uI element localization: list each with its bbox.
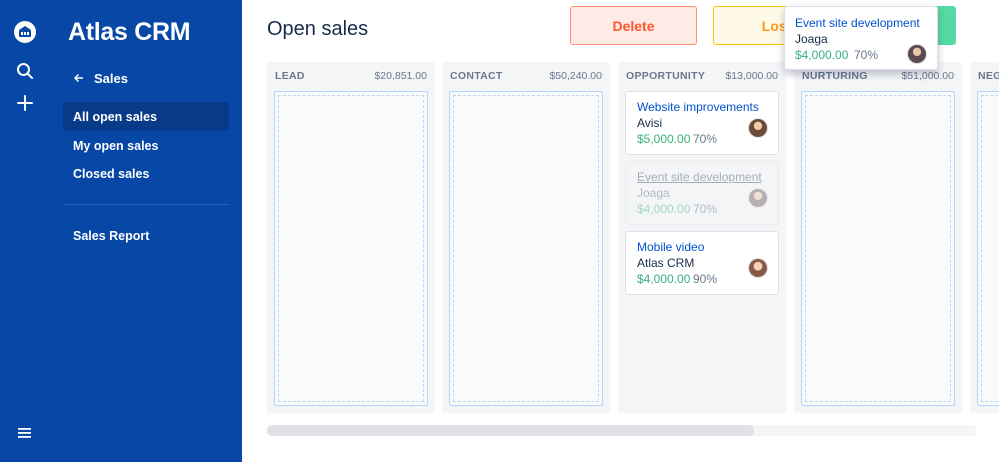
deal-company: Joaga: [637, 186, 670, 200]
deal-amount: $4,000.00: [637, 272, 691, 286]
column-nurturing: NURTURING $51,000.00: [794, 62, 962, 413]
deal-amount: $5,000.00: [637, 132, 691, 146]
deal-card-placeholder: Event site development Joaga $4,000.00 7…: [625, 161, 779, 225]
column-title: CONTACT: [450, 70, 503, 82]
sidebar-item-all-open-sales[interactable]: All open sales: [63, 102, 229, 131]
sidebar-item-my-open-sales[interactable]: My open sales: [63, 131, 229, 160]
deal-company: Atlas CRM: [637, 256, 695, 270]
deal-title[interactable]: Event site development: [795, 16, 920, 30]
deal-company: Joaga: [795, 32, 828, 46]
plus-icon[interactable]: [13, 91, 37, 115]
column-lead: LEAD $20,851.00: [267, 62, 435, 413]
delete-button[interactable]: Delete: [570, 6, 697, 45]
deal-card[interactable]: Mobile video Atlas CRM $4,000.00 90%: [625, 231, 779, 295]
drop-zone[interactable]: [274, 91, 428, 406]
back-to-sales-link[interactable]: Sales: [73, 71, 128, 86]
sidebar-item-sales-report[interactable]: Sales Report: [63, 221, 229, 250]
arrow-left-icon: [73, 71, 84, 86]
deal-probability: 90%: [693, 272, 718, 286]
avatar: [748, 118, 768, 138]
column-title: LEAD: [275, 70, 305, 82]
back-link-label: Sales: [94, 71, 128, 86]
column-contact: CONTACT $50,240.00: [442, 62, 610, 413]
drop-zone[interactable]: [449, 91, 603, 406]
avatar: [748, 188, 768, 208]
product-title: Atlas CRM: [68, 18, 191, 46]
avatar: [907, 44, 927, 64]
page-title: Open sales: [267, 18, 369, 40]
column-total: $50,240.00: [549, 70, 602, 82]
deal-probability: 70%: [854, 48, 879, 62]
product-sidebar: Atlas CRM Sales All open sales My open s…: [50, 0, 242, 462]
dragging-deal-card[interactable]: Event site development Joaga $4,000.00 7…: [784, 6, 938, 70]
app-logo-icon[interactable]: [13, 20, 37, 44]
column-title: OPPORTUNITY: [626, 70, 706, 82]
deal-title: Event site development: [637, 170, 762, 184]
deal-company: Avisi: [637, 116, 663, 130]
sidebar-divider: [63, 204, 229, 205]
deal-title[interactable]: Mobile video: [637, 240, 704, 254]
column-total: $51,000.00: [901, 70, 954, 82]
sidebar-item-closed-sales[interactable]: Closed sales: [63, 159, 229, 188]
deal-title[interactable]: Website improvements: [637, 100, 759, 114]
deal-card[interactable]: Website improvements Avisi $5,000.00 70%: [625, 91, 779, 155]
board-scrollbar-thumb[interactable]: [267, 425, 754, 436]
deal-probability: 70%: [693, 202, 718, 216]
drop-zone[interactable]: [801, 91, 955, 406]
column-total: $13,000.00: [725, 70, 778, 82]
search-icon[interactable]: [13, 59, 37, 83]
global-nav: [0, 0, 50, 462]
column-total: $20,851.00: [374, 70, 427, 82]
column-negotiation: NEGOTIATION: [970, 62, 999, 413]
deal-amount: $4,000.00: [637, 202, 691, 216]
column-opportunity: OPPORTUNITY $13,000.00 Website improveme…: [618, 62, 786, 413]
avatar: [748, 258, 768, 278]
deal-amount: $4,000.00: [795, 48, 849, 62]
deal-probability: 70%: [693, 132, 718, 146]
column-title: NEGOTIATION: [978, 70, 999, 82]
drop-zone[interactable]: [977, 91, 999, 406]
column-title: NURTURING: [802, 70, 868, 82]
menu-icon[interactable]: [13, 421, 37, 445]
